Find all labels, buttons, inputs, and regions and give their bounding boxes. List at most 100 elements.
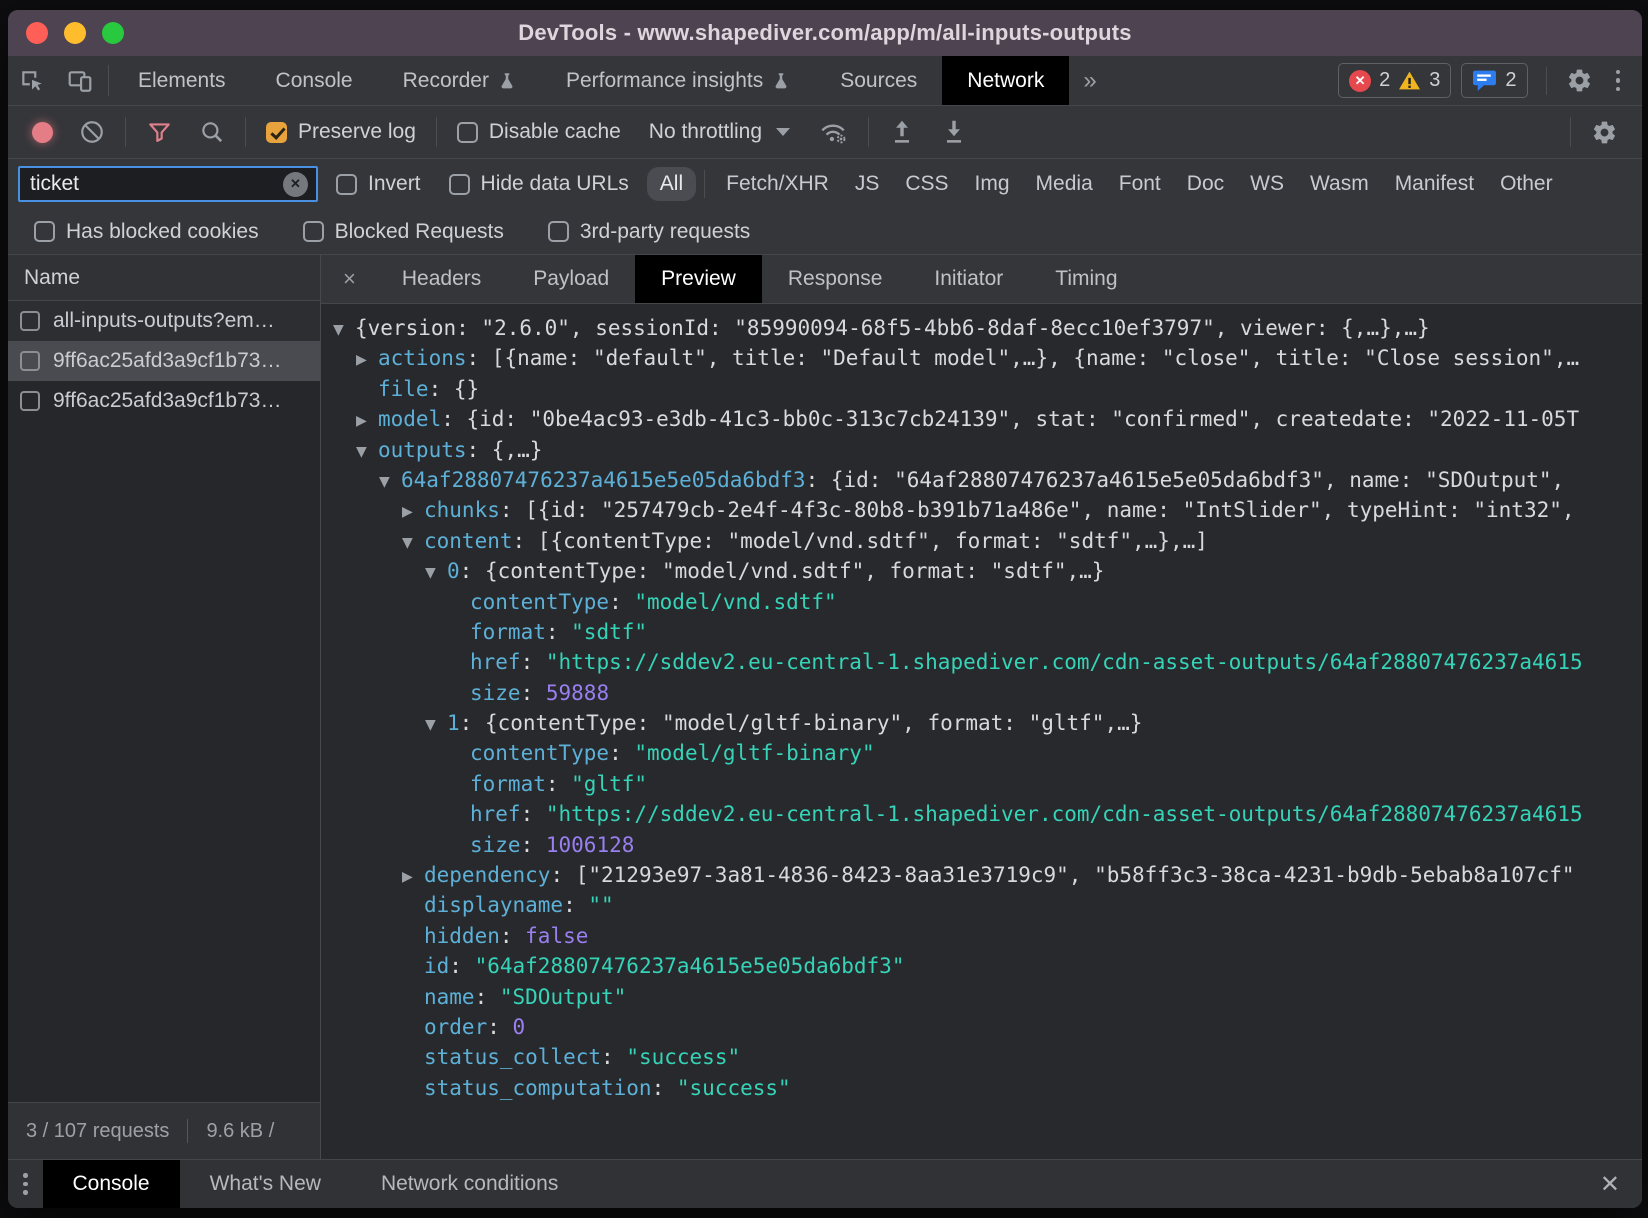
json-tree-row[interactable]: hidden: false <box>321 921 1642 951</box>
tree-expand-right-icon[interactable]: ▶ <box>356 406 378 436</box>
tab-performance-insights[interactable]: Performance insights <box>541 56 815 105</box>
json-tree-row[interactable]: ▶chunks: [{id: "257479cb-2e4f-4f3c-80b8-… <box>321 495 1642 525</box>
type-filter-js[interactable]: JS <box>842 167 893 201</box>
inspect-element-icon[interactable] <box>8 56 56 105</box>
tree-expand-down-icon[interactable]: ▼ <box>402 528 424 558</box>
tab-recorder[interactable]: Recorder <box>378 56 541 105</box>
type-filter-img[interactable]: Img <box>962 167 1023 201</box>
checkbox-unchecked[interactable] <box>548 221 569 242</box>
has-blocked-cookies-checkbox[interactable]: Has blocked cookies <box>24 220 269 244</box>
detail-tab-payload[interactable]: Payload <box>507 255 635 303</box>
json-tree-row[interactable]: status_computation: "success" <box>321 1073 1642 1103</box>
requests-table-header[interactable]: Name <box>8 255 320 301</box>
close-drawer-icon[interactable]: ✕ <box>1578 1160 1642 1208</box>
json-tree-row[interactable]: format: "sdtf" <box>321 617 1642 647</box>
clear-network-log-icon[interactable] <box>69 119 115 145</box>
detail-tab-response[interactable]: Response <box>762 255 909 303</box>
tab-sources[interactable]: Sources <box>815 56 942 105</box>
tab-console[interactable]: Console <box>251 56 378 105</box>
json-tree-row[interactable]: size: 1006128 <box>321 830 1642 860</box>
json-tree-row[interactable]: ▶model: {id: "0be4ac93-e3db-41c3-bb0c-31… <box>321 404 1642 434</box>
record-network-log-button[interactable] <box>32 122 53 143</box>
type-filter-all[interactable]: All <box>647 167 696 201</box>
blocked-requests-checkbox[interactable]: Blocked Requests <box>293 220 514 244</box>
drawer-menu-kebab-icon[interactable] <box>8 1160 43 1208</box>
type-filter-doc[interactable]: Doc <box>1174 167 1237 201</box>
request-row[interactable]: all-inputs-outputs?em… <box>8 301 320 341</box>
close-window-button[interactable] <box>26 22 48 44</box>
drawer-tab-what-s-new[interactable]: What's New <box>180 1160 351 1208</box>
checkbox-checked[interactable] <box>266 122 287 143</box>
invert-checkbox[interactable]: Invert <box>326 172 431 196</box>
tree-expand-right-icon[interactable]: ▶ <box>402 497 424 527</box>
detail-tab-headers[interactable]: Headers <box>376 255 507 303</box>
tab-network[interactable]: Network <box>942 56 1069 105</box>
checkbox-unchecked[interactable] <box>303 221 324 242</box>
checkbox-unchecked[interactable] <box>336 174 357 195</box>
json-tree-row[interactable]: contentType: "model/vnd.sdtf" <box>321 587 1642 617</box>
detail-tab-preview[interactable]: Preview <box>635 255 762 303</box>
hide-data-urls-checkbox[interactable]: Hide data URLs <box>439 172 639 196</box>
minimize-window-button[interactable] <box>64 22 86 44</box>
close-detail-icon[interactable]: × <box>321 255 376 303</box>
json-tree-row[interactable]: status_collect: "success" <box>321 1042 1642 1072</box>
tree-expand-right-icon[interactable]: ▶ <box>402 862 424 892</box>
filter-funnel-icon[interactable] <box>136 119 183 145</box>
json-tree-row[interactable]: id: "64af28807476237a4615e5e05da6bdf3" <box>321 951 1642 981</box>
throttling-dropdown[interactable]: No throttling <box>637 120 802 144</box>
3rd-party-requests-checkbox[interactable]: 3rd-party requests <box>538 220 760 244</box>
request-checkbox[interactable] <box>20 351 40 371</box>
request-checkbox[interactable] <box>20 311 40 331</box>
type-filter-other[interactable]: Other <box>1487 167 1566 201</box>
tree-expand-down-icon[interactable]: ▼ <box>379 467 401 497</box>
settings-gear-icon[interactable] <box>1555 67 1604 94</box>
type-filter-css[interactable]: CSS <box>892 167 961 201</box>
filter-input[interactable] <box>28 171 283 197</box>
errors-warnings-badge[interactable]: 2 3 <box>1338 63 1451 98</box>
issues-badge[interactable]: 2 <box>1461 63 1527 98</box>
type-filter-fetch-xhr[interactable]: Fetch/XHR <box>713 167 842 201</box>
type-filter-ws[interactable]: WS <box>1237 167 1297 201</box>
json-tree-row[interactable]: format: "gltf" <box>321 769 1642 799</box>
more-tabs-icon[interactable]: » <box>1069 56 1110 105</box>
drawer-tab-console[interactable]: Console <box>43 1160 180 1208</box>
json-tree-row[interactable]: file: {} <box>321 374 1642 404</box>
json-tree-row[interactable]: ▼64af28807476237a4615e5e05da6bdf3: {id: … <box>321 465 1642 495</box>
preserve-log-checkbox[interactable]: Preserve log <box>256 120 426 144</box>
type-filter-wasm[interactable]: Wasm <box>1297 167 1382 201</box>
json-tree-row[interactable]: ▼{version: "2.6.0", sessionId: "85990094… <box>321 313 1642 343</box>
type-filter-manifest[interactable]: Manifest <box>1382 167 1487 201</box>
device-toolbar-icon[interactable] <box>56 56 104 105</box>
checkbox-unchecked[interactable] <box>457 122 478 143</box>
type-filter-media[interactable]: Media <box>1023 167 1106 201</box>
detail-tab-timing[interactable]: Timing <box>1029 255 1143 303</box>
tree-expand-down-icon[interactable]: ▼ <box>425 558 447 588</box>
tree-expand-down-icon[interactable]: ▼ <box>333 315 355 345</box>
checkbox-unchecked[interactable] <box>34 221 55 242</box>
json-tree-row[interactable]: contentType: "model/gltf-binary" <box>321 738 1642 768</box>
json-tree-row[interactable]: order: 0 <box>321 1012 1642 1042</box>
json-tree-row[interactable]: ▼1: {contentType: "model/gltf-binary", f… <box>321 708 1642 738</box>
zoom-window-button[interactable] <box>102 22 124 44</box>
json-tree-row[interactable]: ▶actions: [{name: "default", title: "Def… <box>321 343 1642 373</box>
export-har-icon[interactable] <box>931 118 977 146</box>
network-conditions-icon[interactable] <box>808 119 858 145</box>
disable-cache-checkbox[interactable]: Disable cache <box>447 120 631 144</box>
json-tree-row[interactable]: href: "https://sddev2.eu-central-1.shape… <box>321 647 1642 677</box>
request-row[interactable]: 9ff6ac25afd3a9cf1b73… <box>8 341 320 381</box>
clear-filter-icon[interactable] <box>283 172 308 197</box>
network-settings-gear-icon[interactable] <box>1581 119 1628 146</box>
name-column-header[interactable]: Name <box>24 266 80 290</box>
tab-elements[interactable]: Elements <box>113 56 251 105</box>
json-tree-row[interactable]: ▶dependency: ["21293e97-3a81-4836-8423-8… <box>321 860 1642 890</box>
tree-expand-right-icon[interactable]: ▶ <box>356 345 378 375</box>
more-options-kebab-icon[interactable] <box>1604 70 1633 92</box>
checkbox-unchecked[interactable] <box>449 174 470 195</box>
json-tree-row[interactable]: ▼outputs: {,…} <box>321 435 1642 465</box>
detail-tab-initiator[interactable]: Initiator <box>908 255 1029 303</box>
json-tree-row[interactable]: href: "https://sddev2.eu-central-1.shape… <box>321 799 1642 829</box>
tree-expand-down-icon[interactable]: ▼ <box>425 710 447 740</box>
request-row[interactable]: 9ff6ac25afd3a9cf1b73… <box>8 381 320 421</box>
json-tree-row[interactable]: ▼0: {contentType: "model/vnd.sdtf", form… <box>321 556 1642 586</box>
type-filter-font[interactable]: Font <box>1106 167 1174 201</box>
